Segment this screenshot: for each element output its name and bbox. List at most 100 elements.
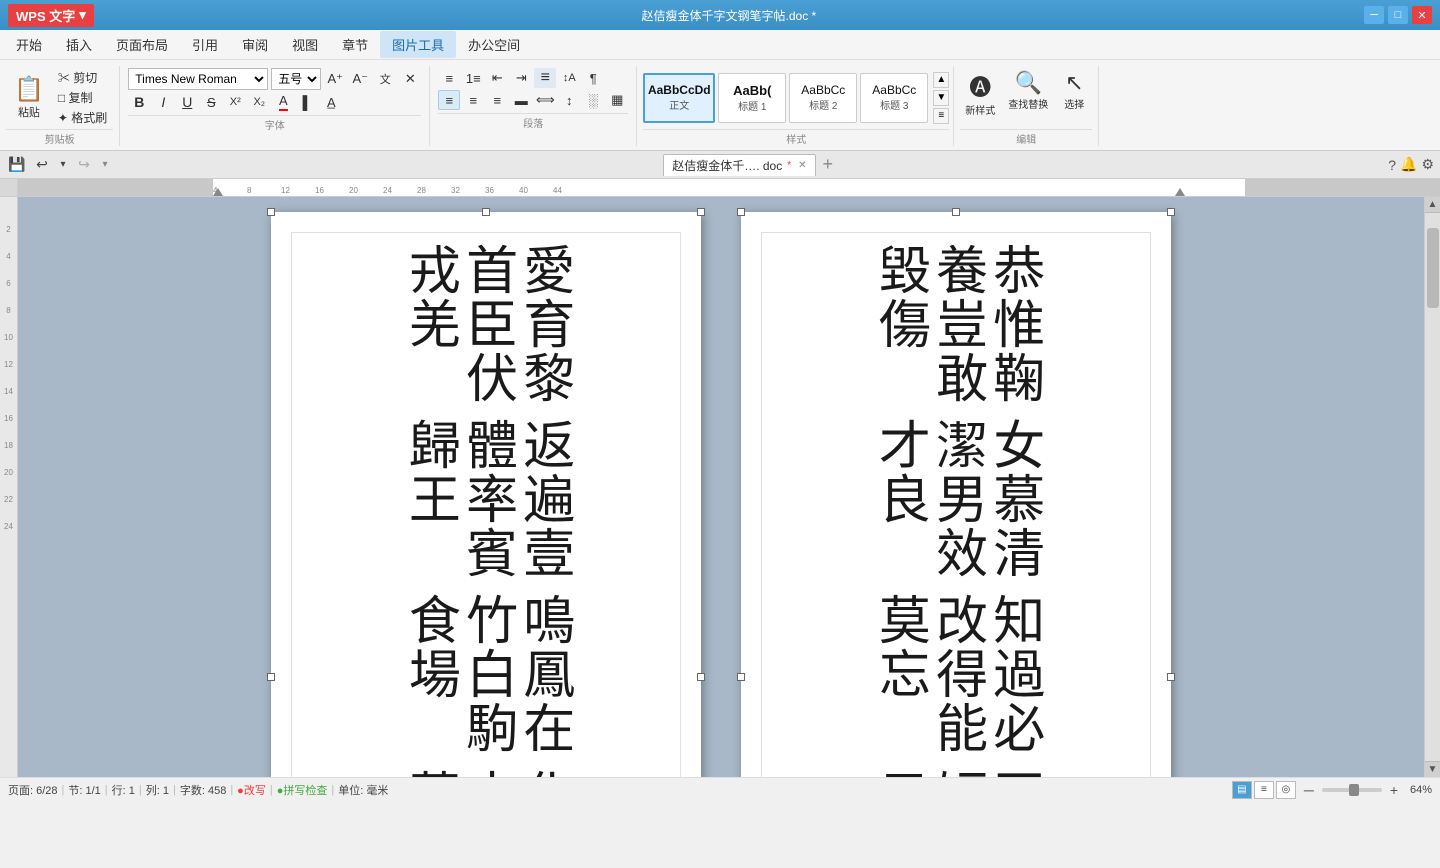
page2-handle-tm[interactable]	[952, 208, 960, 216]
styles-scroll-down[interactable]: ▼	[933, 90, 949, 106]
vruler-6: 6	[6, 279, 10, 288]
text-shadow-button[interactable]: A̲	[320, 92, 342, 112]
list-unordered-button[interactable]: ≡	[438, 68, 460, 88]
font-name-select[interactable]: Times New Roman Arial	[128, 68, 268, 90]
bold-button[interactable]: B	[128, 92, 150, 112]
menu-item-insert[interactable]: 插入	[54, 31, 104, 58]
status-section: 节: 1/1	[68, 782, 100, 798]
view-page-btn[interactable]: ▤	[1232, 781, 1252, 799]
highlight-button[interactable]: ▌	[296, 92, 318, 112]
menu-item-page-layout[interactable]: 页面布局	[104, 31, 180, 58]
status-sep2: |	[105, 784, 108, 796]
notification-icon[interactable]: 🔔	[1400, 156, 1417, 173]
format-painter-button[interactable]: ✦ 格式刷	[54, 108, 111, 127]
menu-item-view[interactable]: 视图	[280, 31, 330, 58]
ruler-right-indent[interactable]	[1175, 188, 1185, 196]
scroll-up-arrow[interactable]: ▲	[1425, 197, 1440, 213]
list-ordered-button[interactable]: 1≡	[462, 68, 484, 88]
wps-logo[interactable]: WPS 文字 ▾	[8, 4, 94, 27]
page2-handle-ml[interactable]	[737, 673, 745, 681]
copy-button[interactable]: □ 复制	[54, 88, 111, 107]
italic-button[interactable]: I	[152, 92, 174, 112]
vertical-scrollbar[interactable]: ▲ ▼	[1424, 197, 1440, 777]
settings-icon[interactable]: ⚙	[1421, 156, 1434, 173]
tab-close-icon[interactable]: ✕	[798, 160, 806, 171]
underline-button[interactable]: U	[176, 92, 198, 112]
help-icon[interactable]: ?	[1388, 157, 1396, 173]
line-spacing-btn[interactable]: ↕	[558, 90, 580, 110]
menu-item-office-space[interactable]: 办公空间	[456, 31, 532, 58]
clear-format-button[interactable]: ✕	[399, 69, 421, 89]
subscript-button[interactable]: X₂	[248, 92, 270, 112]
phonetic-guide-button[interactable]: 文	[374, 69, 396, 89]
font-color-button[interactable]: A	[272, 92, 294, 112]
style-heading1[interactable]: AaBb( 标题 1	[718, 73, 786, 123]
superscript-button[interactable]: X²	[224, 92, 246, 112]
zoom-out-btn[interactable]: ─	[1304, 782, 1314, 798]
scroll-track[interactable]	[1425, 213, 1440, 761]
page1-handle-tl[interactable]	[267, 208, 275, 216]
page1-handle-tm[interactable]	[482, 208, 490, 216]
document-tab[interactable]: 赵佶瘦金体千…. doc * ✕	[663, 154, 815, 176]
menu-item-picture-tools[interactable]: 图片工具	[380, 31, 456, 58]
scroll-thumb[interactable]	[1427, 228, 1439, 308]
font-shrink-button[interactable]: A⁻	[349, 69, 371, 89]
ruler-left-indent[interactable]	[213, 188, 223, 196]
align-center-btn[interactable]: ≡	[462, 90, 484, 110]
cut-button[interactable]: ✂ 剪切	[54, 68, 111, 87]
view-web-btn[interactable]: ◎	[1276, 781, 1296, 799]
font-grow-button[interactable]: A⁺	[324, 69, 346, 89]
justify-btn[interactable]: ▬	[510, 90, 532, 110]
indent-increase-button[interactable]: ⇥	[510, 68, 532, 88]
page2-handle-tr[interactable]	[1167, 208, 1175, 216]
status-spellcheck[interactable]: ●拼写检查	[277, 782, 328, 798]
status-overwrite[interactable]: ●改写	[237, 782, 266, 798]
styles-scroll-expand[interactable]: ≡	[933, 108, 949, 124]
menu-item-review[interactable]: 审阅	[230, 31, 280, 58]
view-outline-btn[interactable]: ≡	[1254, 781, 1274, 799]
style-heading2[interactable]: AaBbCc 标题 2	[789, 73, 857, 123]
redo-button[interactable]: ↪	[73, 154, 95, 176]
close-button[interactable]: ✕	[1412, 6, 1432, 24]
style-normal[interactable]: AaBbCcDd 正文	[643, 73, 715, 123]
style-heading3[interactable]: AaBbCc 标题 3	[860, 73, 928, 123]
scroll-down-arrow[interactable]: ▼	[1425, 761, 1440, 777]
menu-item-chapter[interactable]: 章节	[330, 31, 380, 58]
show-hide-button[interactable]: ¶	[582, 68, 604, 88]
select-button[interactable]: ↖ 选择	[1056, 68, 1092, 113]
indent-decrease-button[interactable]: ⇤	[486, 68, 508, 88]
redo-dropdown-button[interactable]: ▾	[98, 154, 112, 176]
page1-handle-tr[interactable]	[697, 208, 705, 216]
add-tab-button[interactable]: +	[819, 154, 838, 175]
zoom-slider[interactable]	[1322, 788, 1382, 792]
wps-dropdown-icon[interactable]: ▾	[79, 7, 86, 23]
font-size-select[interactable]: 五号 四号 三号	[271, 68, 321, 90]
page2-handle-tl[interactable]	[737, 208, 745, 216]
save-button[interactable]: 💾	[6, 154, 28, 176]
sort-button[interactable]: ↕A	[558, 68, 580, 88]
search-replace-button[interactable]: 🔍 查找替换	[1004, 68, 1052, 113]
align-left-btn[interactable]: ≡	[438, 90, 460, 110]
menu-item-start[interactable]: 开始	[4, 31, 54, 58]
align-right-btn[interactable]: ≡	[486, 90, 508, 110]
undo-dropdown-button[interactable]: ▾	[56, 154, 70, 176]
status-chars: 字数: 458	[180, 782, 226, 798]
paste-button[interactable]: 📋 粘贴	[6, 68, 52, 127]
strikethrough-button[interactable]: S	[200, 92, 222, 112]
page2-handle-mr[interactable]	[1167, 673, 1175, 681]
menu-item-references[interactable]: 引用	[180, 31, 230, 58]
shading-btn[interactable]: ░	[582, 90, 604, 110]
page1-handle-mr[interactable]	[697, 673, 705, 681]
new-style-button[interactable]: 🅐 新样式	[960, 68, 1000, 119]
undo-button[interactable]: ↩	[31, 154, 53, 176]
clipboard-group: 📋 粘贴 ✂ 剪切 □ 复制 ✦ 格式刷 剪贴板	[4, 66, 120, 146]
zoom-thumb[interactable]	[1349, 784, 1359, 796]
minimize-button[interactable]: ─	[1364, 6, 1384, 24]
zoom-in-btn[interactable]: +	[1390, 782, 1398, 798]
page1-handle-ml[interactable]	[267, 673, 275, 681]
maximize-button[interactable]: □	[1388, 6, 1408, 24]
distribute-btn[interactable]: ⟺	[534, 90, 556, 110]
styles-scroll-up[interactable]: ▲	[933, 72, 949, 88]
border-btn[interactable]: ▦	[606, 90, 628, 110]
align-left-button[interactable]: ≡	[534, 68, 556, 88]
